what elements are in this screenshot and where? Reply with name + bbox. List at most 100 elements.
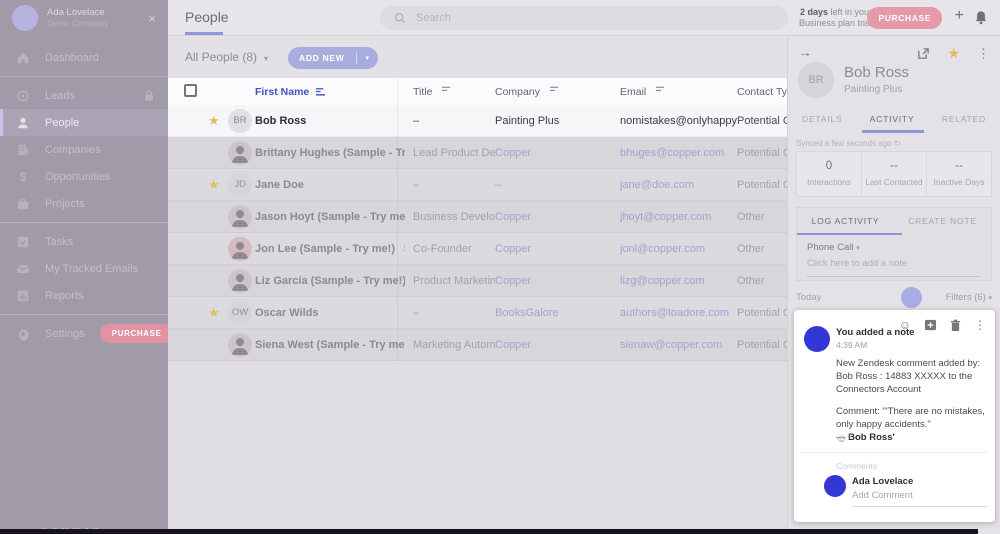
table-row[interactable]: ★ OW Oscar Wilds – BooksGalore authors@t… [168,297,787,329]
person-title: Marketing Automatio... [413,339,495,351]
table-row[interactable]: ★ JD Jane Doe – – jane@doe.com Potential… [168,169,787,201]
list-filter-dropdown[interactable]: All People (8)▾ [185,50,268,64]
person-email-link[interactable]: sienaw@copper.com [620,339,722,351]
user-avatar[interactable] [12,5,38,31]
sort-icon[interactable] [655,85,666,95]
search-input[interactable]: Search [380,6,788,30]
tab-related[interactable]: RELATED [942,114,986,124]
sidebar-item-projects[interactable]: Projects [0,190,168,217]
tab-details[interactable]: DETAILS [802,114,842,124]
close-icon[interactable]: × [148,11,156,26]
tab-activity[interactable]: ACTIVITY [870,114,915,124]
column-header-email[interactable]: Email [620,86,646,98]
add-new-button[interactable]: ADD NEW ▾ [288,47,378,69]
stat-inactive-days: --Inactive Days [927,152,991,196]
person-company-link[interactable]: BooksGalore [495,307,559,319]
favorite-star-icon[interactable]: ★ [208,305,220,320]
contact-company: Painting Plus [844,84,902,95]
column-header-contact-type[interactable]: Contact Type [737,86,787,98]
kebab-menu-icon[interactable]: ⋮ [974,318,986,332]
table-row[interactable]: Siena West (Sample - Try me!)$ Marketing… [168,329,787,361]
purchase-button[interactable]: PURCHASE [867,7,942,29]
person-name: Jason Hoyt (Sample - Try me!) [255,211,405,223]
column-header-title[interactable]: Title [413,86,432,98]
chevron-down-icon: ▾ [357,54,379,62]
add-comment-input[interactable]: Add Comment [852,490,987,507]
sidebar-item-label: Projects [45,198,85,210]
person-email-link[interactable]: jonl@copper.com [620,243,705,255]
stat-last-contacted: --Last Contacted [862,152,927,196]
person-company-link[interactable]: Copper [495,339,531,351]
person-icon [16,116,30,130]
avatar: BR [228,109,252,133]
person-email-link[interactable]: authors@toadore.com [620,307,729,319]
sidebar-item-tasks[interactable]: Tasks [0,228,168,255]
envelope-icon [16,262,30,276]
person-contact-type: Potential Customer [737,115,787,127]
favorite-star-icon[interactable]: ★ [947,45,960,62]
person-email-link[interactable]: bhuges@copper.com [620,147,724,159]
person-company-link[interactable]: Copper [495,243,531,255]
user-company: Demo Company [47,18,139,29]
sidebar-item-settings[interactable]: Settings PURCHASE [0,320,168,347]
sidebar-item-reports[interactable]: Reports [0,282,168,309]
person-title: Business Development [413,211,495,223]
refresh-icon[interactable]: ↻ [894,139,901,148]
detail-panel: → ★ ⋮ BR Bob Ross Painting Plus DETAILS … [787,36,1000,534]
sort-icon[interactable] [441,85,452,95]
column-header-first-name[interactable]: First Name [255,86,309,98]
contact-name: Bob Ross [844,64,909,81]
filters-dropdown[interactable]: Filters (6) ▾ [946,292,992,303]
trash-icon[interactable] [950,319,961,332]
sidebar-item-leads[interactable]: Leads [0,82,168,109]
contact-avatar: BR [798,62,834,98]
kebab-menu-icon[interactable]: ⋮ [977,46,990,62]
collapse-panel-arrow-icon[interactable]: → [798,44,812,60]
sidebar-item-tracked-emails[interactable]: My Tracked Emails [0,255,168,282]
favorite-star-icon[interactable]: ★ [208,177,220,192]
sidebar-item-label: Leads [45,90,75,102]
person-company-link[interactable]: Copper [495,211,531,223]
table-row[interactable]: Jon Lee (Sample - Try me!)$ Co-Founder C… [168,233,787,265]
sidebar-item-opportunities[interactable]: $ Opportunities [0,163,168,190]
bell-icon[interactable] [974,10,988,25]
tab-log-activity[interactable]: LOG ACTIVITY [797,216,894,226]
search-icon [394,12,406,24]
column-header-company[interactable]: Company [495,86,540,98]
table-row[interactable]: Liz García (Sample - Try me!) Product Ma… [168,265,787,297]
add-image-icon[interactable] [924,319,937,331]
person-company-link[interactable]: Copper [495,147,531,159]
search-placeholder: Search [416,12,451,24]
add-icon[interactable]: + [955,7,964,25]
table-row[interactable]: Jason Hoyt (Sample - Try me!) Business D… [168,201,787,233]
tab-create-note[interactable]: CREATE NOTE [894,216,991,226]
sidebar-item-label: Dashboard [45,52,99,64]
person-email-link[interactable]: jane@doe.com [620,179,694,191]
person-title: Product Marketing [413,275,495,287]
sidebar-purchase-button[interactable]: PURCHASE [100,324,168,343]
sidebar-item-companies[interactable]: Companies [0,136,168,163]
sidebar-item-people[interactable]: People [0,109,168,136]
sort-icon[interactable] [315,87,326,97]
favorite-star-icon[interactable]: ★ [208,113,220,128]
person-company-link[interactable]: Copper [495,275,531,287]
person-email-link[interactable]: lizg@copper.com [620,275,705,287]
frozen-column-divider [397,78,398,361]
sort-icon[interactable] [549,85,560,95]
person-email-link[interactable]: jhoyt@copper.com [620,211,711,223]
table-row[interactable]: Brittany Hughes (Sample - Try me!) ... L… [168,137,787,169]
select-all-checkbox[interactable] [184,84,197,97]
add-reaction-icon[interactable]: ☺+ [836,432,852,445]
activity-note-card: ☺ ⋮ You added a note 4:39 AM New Zendesk… [794,310,995,522]
top-bar: People Search 2 days left in your Busine… [168,0,1000,36]
sidebar-item-label: Companies [45,144,101,156]
table-row-bob-ross[interactable]: ★ BR Bob Ross – Painting Plus nomistakes… [168,105,787,137]
note-body: New Zendesk comment added by: Bob Ross :… [836,357,987,444]
activity-type-dropdown[interactable]: Phone Call ▾ [807,242,860,253]
add-note-input[interactable]: Click here to add a note [807,258,981,277]
sidebar-item-dashboard[interactable]: Dashboard [0,44,168,71]
open-in-new-icon[interactable] [917,47,930,60]
filter-avatar[interactable] [901,287,922,308]
note-author-avatar [804,326,830,352]
person-name: Brittany Hughes (Sample - Try me!) ... [255,147,405,159]
